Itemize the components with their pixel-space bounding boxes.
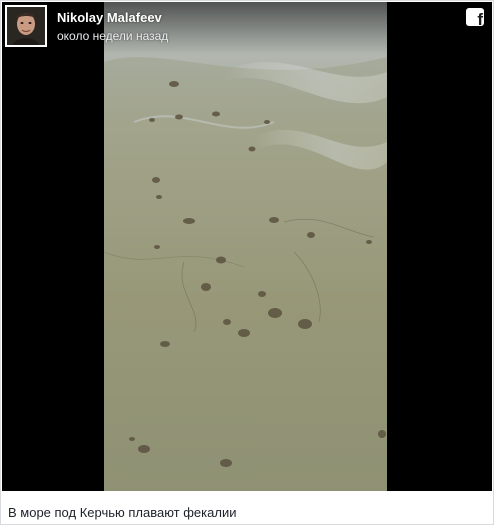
author-avatar[interactable] [5, 5, 47, 47]
facebook-video-embed: Nikolay Malafeev около недели назад f В … [0, 0, 494, 525]
author-name[interactable]: Nikolay Malafeev [57, 10, 162, 25]
video-frame[interactable] [104, 2, 387, 491]
video-player[interactable]: Nikolay Malafeev около недели назад f [2, 2, 492, 491]
post-caption: В море под Керчью плавают фекалии [8, 505, 237, 520]
avatar-image [7, 7, 45, 45]
facebook-icon[interactable]: f [466, 8, 484, 26]
post-timestamp[interactable]: около недели назад [57, 29, 168, 43]
